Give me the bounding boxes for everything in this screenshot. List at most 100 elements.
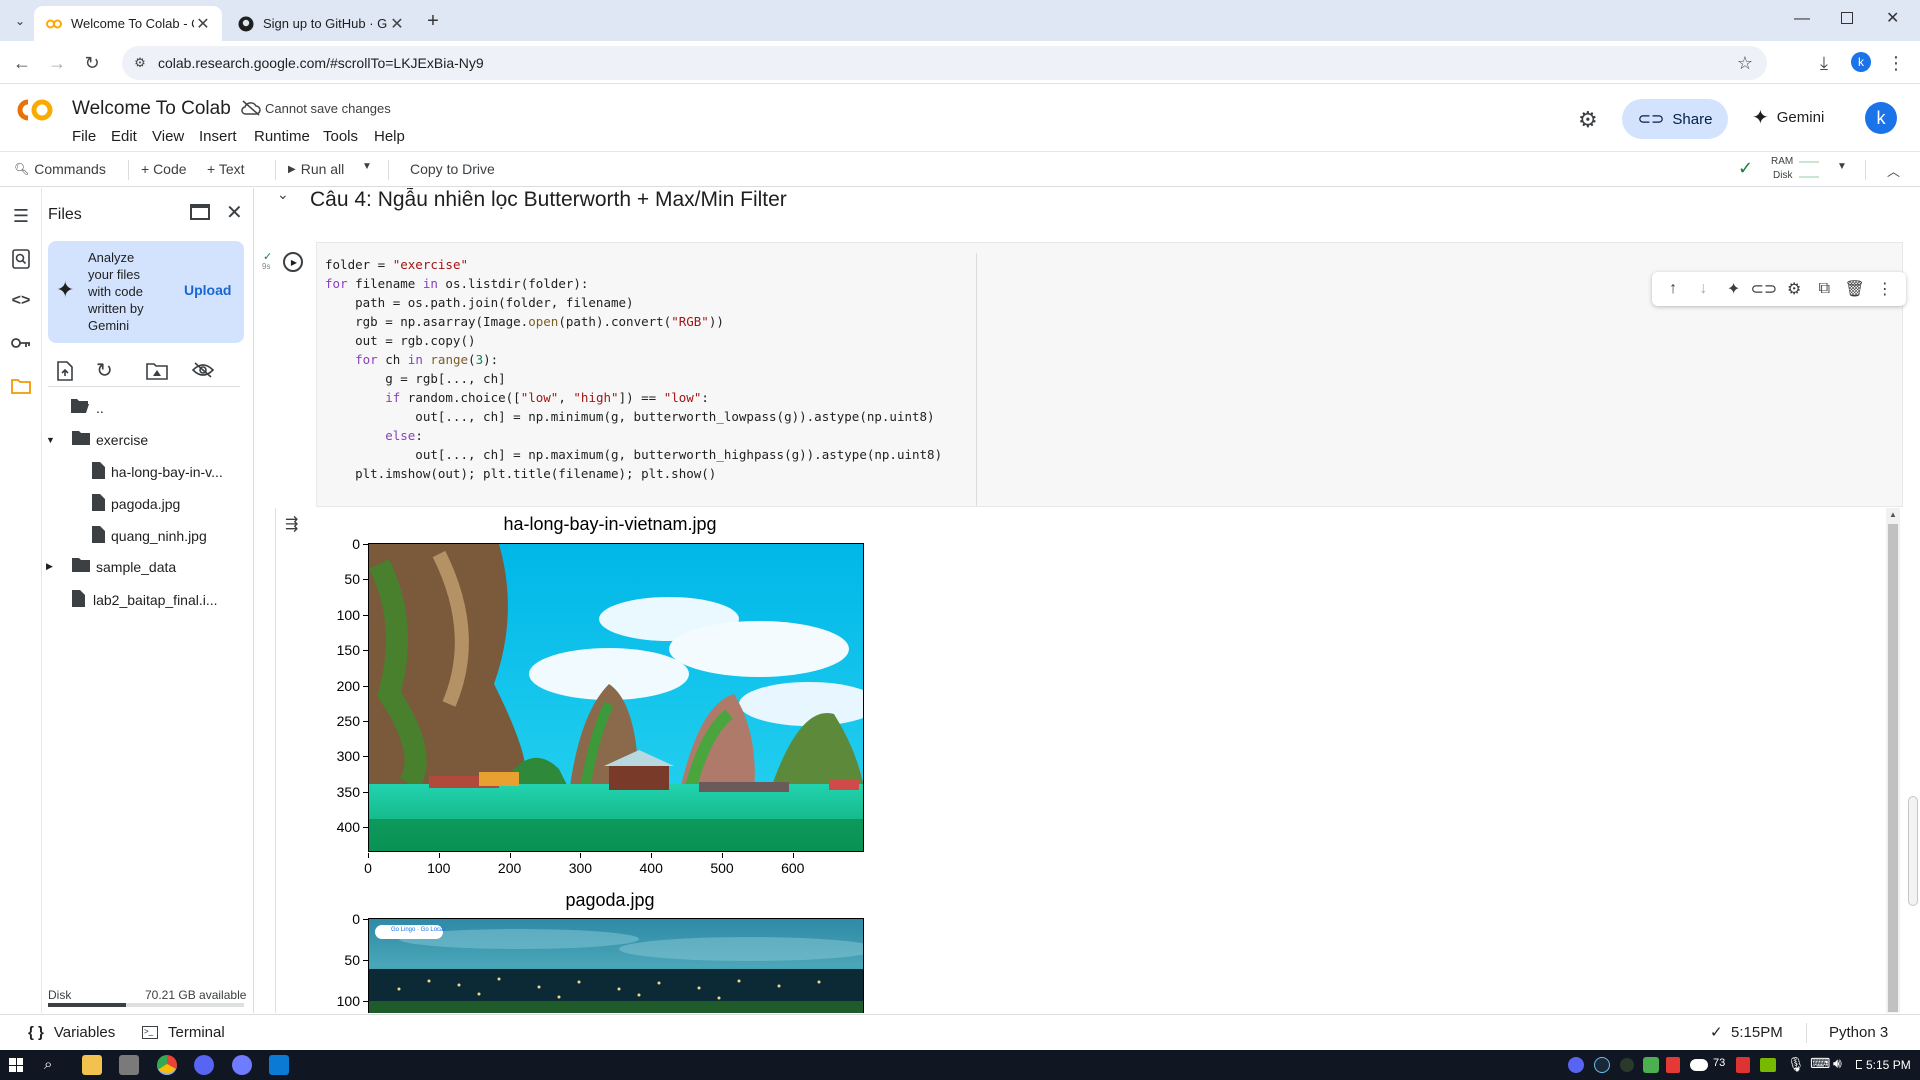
menu-view[interactable]: View (152, 128, 184, 145)
upload-file-icon[interactable] (56, 361, 74, 386)
profile-avatar[interactable]: k (1851, 52, 1871, 72)
delete-icon[interactable]: 🗑︎ (1844, 279, 1864, 299)
settings-gear-icon[interactable]: ⚙ (1784, 279, 1804, 299)
files-folder-icon[interactable] (9, 374, 33, 398)
move-down-icon[interactable]: ↓ (1693, 279, 1713, 299)
restore-window-icon[interactable] (1841, 12, 1853, 24)
chrome-icon[interactable] (157, 1055, 177, 1075)
more-vert-icon[interactable]: ⋮ (1875, 279, 1895, 299)
browser-menu-icon[interactable]: ⋮ (1884, 51, 1908, 75)
variables-button[interactable]: { } Variables (28, 1024, 115, 1041)
terminal-button[interactable]: >_ Terminal (142, 1024, 225, 1041)
colab-logo-icon[interactable] (14, 97, 56, 128)
open-in-tab-icon[interactable] (190, 204, 210, 220)
notebook-title[interactable]: Welcome To Colab (72, 98, 231, 120)
output-scrollbar-thumb[interactable] (1888, 524, 1898, 1012)
tree-item-file[interactable]: lab2_baitap_final.i... (72, 590, 218, 610)
account-avatar[interactable]: k (1865, 102, 1897, 134)
collapse-section-icon[interactable]: ⌄ (277, 188, 289, 203)
download-icon[interactable]: ⤓ (1812, 51, 1836, 75)
new-tab-icon[interactable]: + (421, 9, 445, 33)
chevron-right-icon[interactable]: ▶ (46, 561, 60, 572)
tree-item-exercise[interactable]: ▼ exercise (46, 431, 148, 448)
table-of-contents-icon[interactable]: ☰ (9, 204, 33, 228)
tree-item-file[interactable]: pagoda.jpg (92, 494, 180, 514)
menu-help[interactable]: Help (374, 128, 405, 145)
forward-arrow-icon[interactable]: → (45, 51, 69, 75)
add-text-button[interactable]: + Text (207, 161, 245, 177)
network-icon[interactable]: ⌨ (1810, 1055, 1830, 1072)
tray-app-icon[interactable] (1643, 1057, 1659, 1073)
browser-tab-github[interactable]: Sign up to GitHub · GitHub ✕ (226, 6, 416, 41)
nvidia-icon[interactable] (1760, 1058, 1776, 1072)
resource-monitor[interactable]: RAM Disk (1769, 156, 1821, 184)
reload-icon[interactable]: ↻ (80, 51, 104, 75)
code-cell[interactable]: ✓ 9s ▶ folder = "exercise" for filename … (262, 242, 1906, 1013)
minimize-window-icon[interactable]: — (1794, 10, 1814, 30)
refresh-icon[interactable]: ↻ (96, 358, 113, 383)
discord-icon[interactable] (194, 1055, 214, 1075)
chevron-down-icon[interactable]: ▼ (46, 435, 60, 445)
hide-files-icon[interactable] (191, 362, 215, 383)
copy-to-drive-button[interactable]: Copy to Drive (410, 161, 495, 177)
tray-app-icon[interactable] (1666, 1057, 1680, 1073)
run-all-dropdown-icon[interactable]: ▼ (362, 161, 372, 172)
find-icon[interactable] (9, 247, 33, 271)
output-scrollbar-track[interactable]: ▲ (1886, 508, 1900, 1013)
tray-app-icon[interactable] (1568, 1057, 1584, 1073)
windows-start-icon[interactable] (9, 1058, 23, 1072)
close-window-icon[interactable]: ✕ (1886, 8, 1906, 28)
page-scrollbar-thumb[interactable] (1908, 796, 1918, 906)
tree-item-sample-data[interactable]: ▶ sample_data (46, 558, 176, 575)
back-arrow-icon[interactable]: ← (10, 51, 34, 75)
menu-runtime[interactable]: Runtime (254, 128, 310, 145)
tray-app-icon[interactable] (1620, 1058, 1634, 1072)
upload-button[interactable]: Upload (184, 282, 231, 298)
app-icon[interactable] (119, 1055, 139, 1075)
tree-item-file[interactable]: ha-long-bay-in-v... (92, 462, 223, 482)
tree-item-parent[interactable]: .. (70, 398, 104, 417)
add-code-button[interactable]: + Code (141, 161, 187, 177)
move-up-icon[interactable]: ↑ (1663, 279, 1683, 299)
address-bar[interactable]: ⚙ colab.research.google.com/#scrollTo=LK… (122, 46, 1767, 80)
code-snippets-icon[interactable]: <> (9, 289, 33, 313)
menu-edit[interactable]: Edit (111, 128, 137, 145)
search-icon[interactable]: ⌕ (44, 1056, 52, 1073)
messenger-icon[interactable] (232, 1055, 252, 1075)
menu-tools[interactable]: Tools (323, 128, 358, 145)
kernel-name[interactable]: Python 3 (1829, 1024, 1888, 1041)
secrets-key-icon[interactable] (9, 331, 33, 355)
run-cell-button[interactable]: ▶ (283, 252, 303, 272)
microphone-icon[interactable]: 🎙︎ (1787, 1056, 1805, 1073)
bookmark-star-icon[interactable]: ☆ (1737, 53, 1753, 74)
settings-gear-icon[interactable]: ⚙ (1578, 107, 1598, 133)
share-button[interactable]: ⊂⊃ Share (1622, 99, 1728, 139)
save-status[interactable]: Cannot save changes (265, 101, 391, 116)
mirror-cell-icon[interactable]: ⧉ (1814, 279, 1834, 299)
link-icon[interactable]: ⊂⊃ (1750, 279, 1777, 299)
runtime-dropdown-icon[interactable]: ▼ (1837, 161, 1847, 172)
speaker-icon[interactable]: 🔊︎ (1833, 1055, 1842, 1072)
vscode-icon[interactable] (269, 1055, 289, 1075)
gemini-sparkle-icon[interactable]: ✦ (1724, 279, 1744, 299)
run-all-button[interactable]: ▶ Run all (288, 161, 344, 177)
gemini-button[interactable]: ✦ Gemini (1752, 105, 1824, 130)
collapse-header-icon[interactable]: ︿ (1887, 161, 1900, 180)
close-tab-icon[interactable]: ✕ (194, 15, 212, 33)
menu-file[interactable]: File (72, 128, 96, 145)
close-panel-icon[interactable]: ✕ (226, 200, 243, 225)
scroll-up-icon[interactable]: ▲ (1889, 510, 1897, 519)
tray-app-icon[interactable] (1736, 1057, 1750, 1073)
commands-button[interactable]: 🔍︎ Commands (14, 161, 106, 177)
close-tab-icon[interactable]: ✕ (388, 15, 406, 33)
mount-drive-icon[interactable] (146, 362, 168, 385)
onedrive-icon[interactable] (1690, 1059, 1708, 1071)
steam-icon[interactable] (1594, 1057, 1610, 1073)
taskbar-clock[interactable]: 5:15 PM (1862, 1058, 1911, 1072)
last-run-time[interactable]: 5:15PM (1731, 1024, 1783, 1041)
menu-insert[interactable]: Insert (199, 128, 237, 145)
file-explorer-icon[interactable] (82, 1055, 102, 1075)
output-actions-icon[interactable]: ⇶ (285, 514, 298, 534)
tree-item-file[interactable]: quang_ninh.jpg (92, 526, 207, 546)
tab-search-button[interactable]: ⌄ (8, 9, 32, 33)
